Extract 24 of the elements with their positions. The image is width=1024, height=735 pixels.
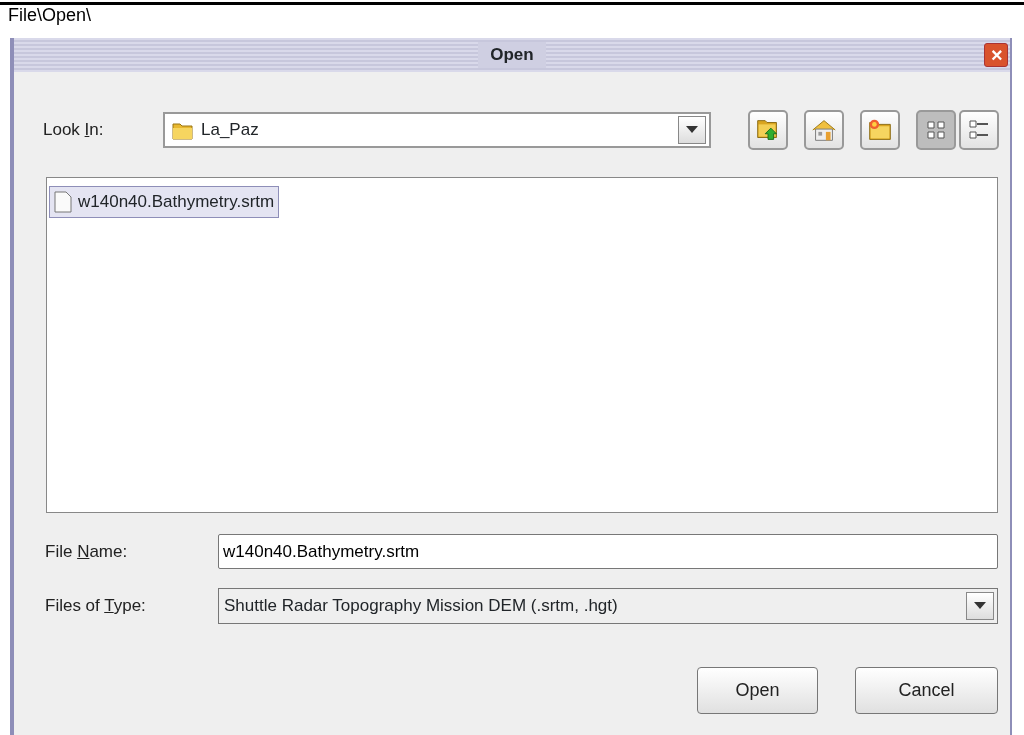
caption-text: File\Open\ [7,5,93,25]
view-toggle[interactable] [916,110,956,150]
toolbar-button[interactable] [804,110,844,150]
details-view-icon [967,118,991,142]
close-button[interactable]: × [984,43,1008,67]
file-name-field[interactable]: w140n40.Bathymetry.srtm [218,534,998,569]
file-name-label: File Name: [45,540,129,563]
dropdown-value: Shuttle Radar Topography Mission DEM (.srtm, .hgt) [223,595,618,618]
file-icon [54,190,72,213]
caret-icon [974,602,986,610]
caret-icon [686,126,698,134]
file-item[interactable]: w140n40.Bathymetry.srtm [49,186,280,218]
dropdown-value: La_Paz [201,119,259,142]
window-title: Open [478,42,546,68]
toolbar-button[interactable] [860,110,900,150]
look-in-label: Look In: [43,119,105,142]
file-type-dropdown[interactable]: Shuttle Radar Topography Mission DEM (.srtm, .hgt) [218,588,998,624]
file-type-label: Files of Type: [45,595,147,618]
toolbar-button[interactable] [748,110,788,150]
cancel-button[interactable]: Cancel [855,667,998,714]
look-in-dropdown[interactable]: La_Paz [163,112,711,148]
list-view-icon [924,118,948,142]
view-toggle[interactable] [959,110,999,150]
open-button[interactable]: Open [697,667,818,714]
